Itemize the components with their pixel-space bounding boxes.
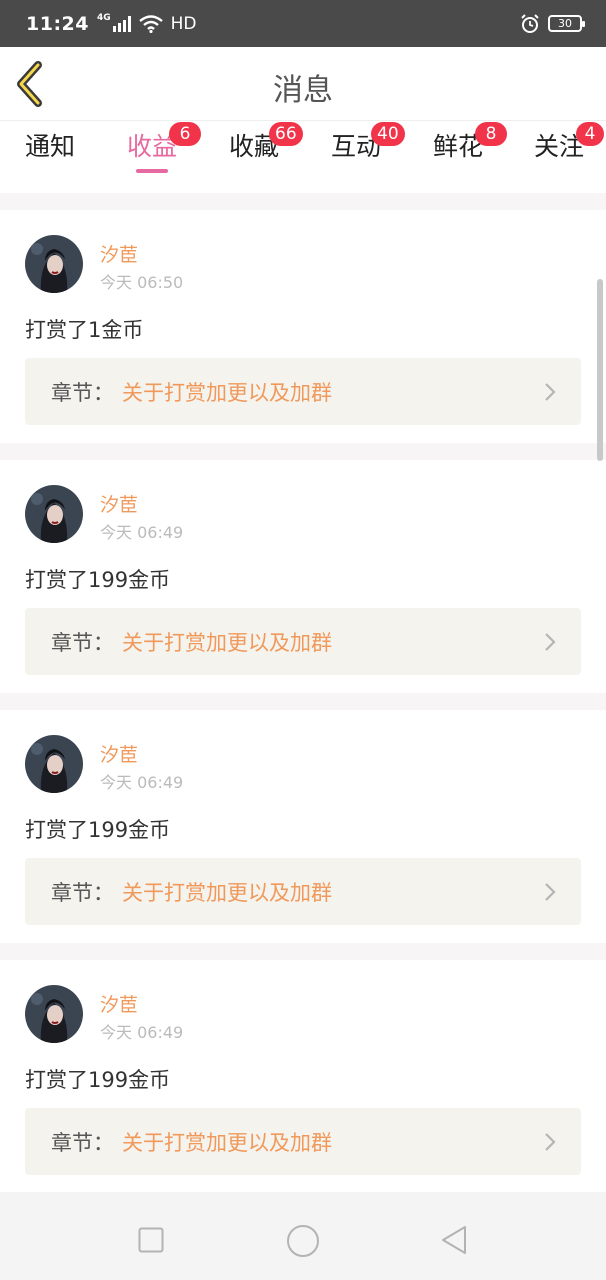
page-title: 消息 [273,73,333,108]
message-card: 汐茞 今天 06:49 打赏了199金币 章节： 关于打赏加更以及加群 [0,960,606,1192]
chevron-right-icon [545,1133,556,1151]
username[interactable]: 汐茞 [100,240,138,267]
tab-badge: 40 [371,122,405,146]
triangle-back-icon[interactable] [440,1225,468,1255]
square-icon[interactable] [138,1227,164,1253]
chapter-link[interactable]: 章节： 关于打赏加更以及加群 [25,858,581,925]
chevron-right-icon [545,883,556,901]
tab-label: 通知 [25,132,76,161]
tab-favorites[interactable]: 收藏 66 [229,122,303,185]
circle-icon[interactable] [286,1224,320,1258]
tab-follows[interactable]: 关注 4 [534,122,604,185]
signal-icon [112,15,131,32]
avatar[interactable] [25,235,83,293]
system-nav-bar [0,1192,606,1280]
active-tab-indicator [136,169,168,173]
chevron-right-icon [545,633,556,651]
tab-badge: 66 [269,122,303,146]
status-time: 11:24 [26,12,89,35]
chapter-title: 关于打赏加更以及加群 [122,881,332,905]
message-time: 今天 06:49 [100,773,184,792]
reward-text: 打赏了199金币 [25,568,171,592]
reward-text: 打赏了1金币 [25,318,144,342]
message-card: 汐茞 今天 06:49 打赏了199金币 章节： 关于打赏加更以及加群 [0,460,606,693]
message-card: 汐茞 今天 06:49 打赏了199金币 章节： 关于打赏加更以及加群 [0,710,606,943]
chapter-link[interactable]: 章节： 关于打赏加更以及加群 [25,1108,581,1175]
battery-level: 30 [558,17,572,30]
tab-badge: 6 [169,122,201,146]
tab-badge: 4 [576,122,604,146]
chapter-prefix: 章节： [51,631,114,655]
reward-text: 打赏了199金币 [25,818,171,842]
chevron-right-icon [545,383,556,401]
status-left: 11:24 4G HD [26,13,197,35]
scrollbar-thumb[interactable] [597,279,603,461]
message-card: 汐茞 今天 06:50 打赏了1金币 章节： 关于打赏加更以及加群 [0,210,606,443]
tab-flowers[interactable]: 鲜花 8 [433,122,507,185]
wifi-icon [138,14,163,33]
chapter-title: 关于打赏加更以及加群 [122,381,332,405]
network-type: 4G [96,12,111,23]
tab-interactions[interactable]: 互动 40 [331,122,405,185]
reward-text: 打赏了199金币 [25,1068,171,1092]
chapter-link[interactable]: 章节： 关于打赏加更以及加群 [25,358,581,425]
hd-indicator: HD [170,13,197,34]
chapter-prefix: 章节： [51,1131,114,1155]
tab-earnings[interactable]: 收益 6 [127,122,201,185]
username[interactable]: 汐茞 [100,490,138,517]
message-time: 今天 06:49 [100,1023,184,1042]
chapter-prefix: 章节： [51,381,114,405]
status-bar: 11:24 4G HD 30 [0,0,606,47]
chapter-title: 关于打赏加更以及加群 [122,1131,332,1155]
message-time: 今天 06:50 [100,273,184,292]
chapter-link[interactable]: 章节： 关于打赏加更以及加群 [25,608,581,675]
alarm-icon [521,13,539,33]
tab-badge: 8 [475,122,507,146]
status-right: 30 [520,13,585,34]
avatar[interactable] [25,485,83,543]
message-time: 今天 06:49 [100,523,184,542]
chapter-title: 关于打赏加更以及加群 [122,631,332,655]
tab-bar: 通知 收益 6 收藏 66 互动 40 鲜花 8 关注 4 [0,121,606,193]
message-feed[interactable]: 汐茞 今天 06:50 打赏了1金币 章节： 关于打赏加更以及加群 汐茞 今天 … [0,193,606,1192]
header-bar: 消息 [0,47,606,121]
battery-icon: 30 [548,15,585,32]
username[interactable]: 汐茞 [100,740,138,767]
avatar[interactable] [25,735,83,793]
avatar[interactable] [25,985,83,1043]
tab-notifications[interactable]: 通知 [25,129,75,185]
chapter-prefix: 章节： [51,881,114,905]
username[interactable]: 汐茞 [100,990,138,1017]
